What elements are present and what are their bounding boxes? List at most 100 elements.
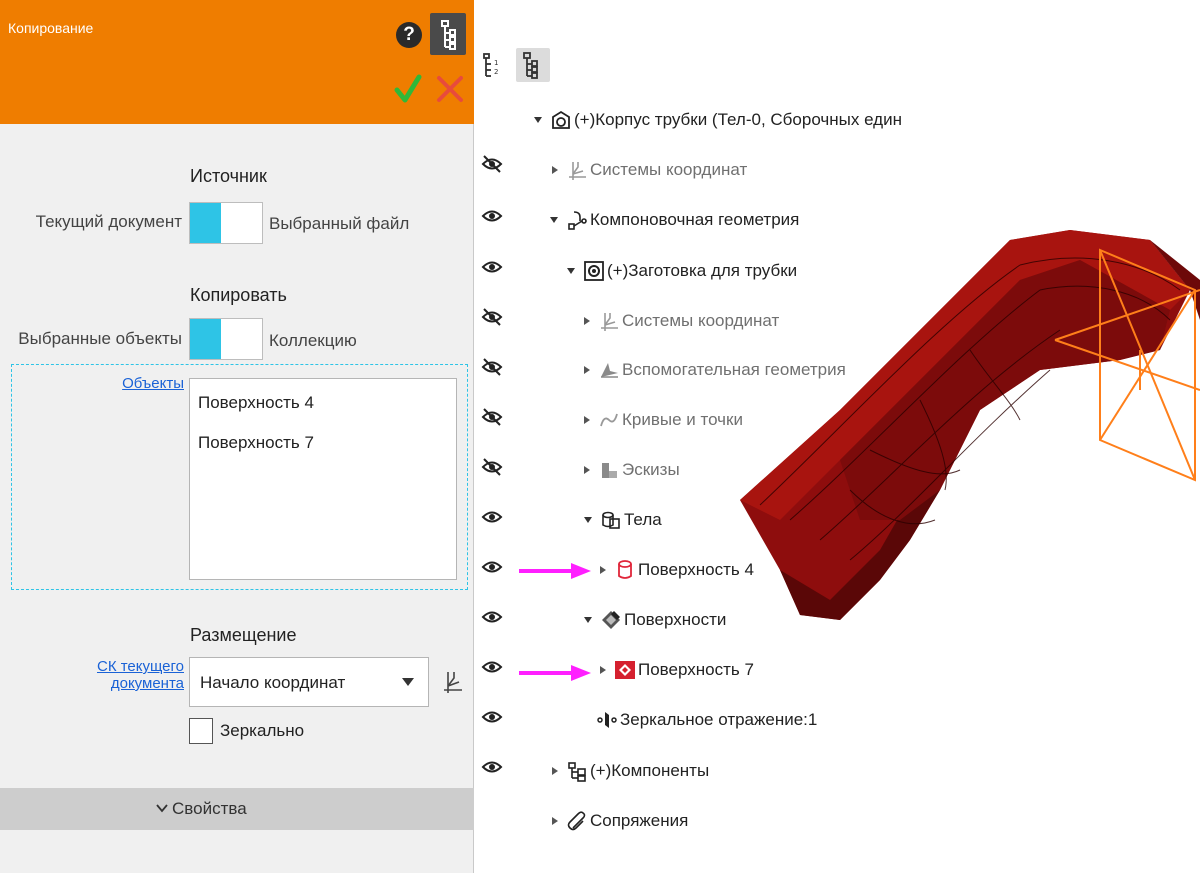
eye-icon[interactable] [481, 706, 503, 728]
tree-structure-icon[interactable]: 1 2 [479, 48, 513, 82]
placement-heading: Размещение [190, 625, 297, 645]
chevron-down-icon[interactable] [534, 117, 542, 123]
tree-node-surfaces[interactable]: Поверхности [584, 606, 726, 634]
highlight-arrow-icon [519, 665, 591, 681]
tree-node-tube-blank[interactable]: (+)Заготовка для трубки [567, 257, 797, 285]
chevron-down-icon[interactable] [584, 617, 592, 623]
chevron-right-icon[interactable] [584, 466, 590, 474]
3d-model-view[interactable] [720, 220, 1200, 660]
tree-node-surface-4[interactable]: Поверхность 4 [600, 556, 754, 584]
tree-view-icon[interactable] [430, 13, 466, 55]
tree-node-label: (+)Корпус трубки (Тел-0, Сборочных един [574, 110, 902, 129]
chevron-right-icon[interactable] [584, 416, 590, 424]
eye-icon[interactable] [481, 506, 503, 528]
chevron-right-icon[interactable] [552, 767, 558, 775]
cs-current-document-link-line1[interactable]: СК текущего [70, 659, 184, 675]
tree-node-curves-points[interactable]: Кривые и точки [584, 406, 743, 434]
paperclip-icon [567, 811, 586, 831]
chevron-right-icon[interactable] [584, 366, 590, 374]
objects-list[interactable]: Поверхность 4 Поверхность 7 [189, 378, 457, 580]
tree-node-coord-systems-2[interactable]: Системы координат [584, 307, 779, 335]
eye-icon[interactable] [481, 256, 503, 278]
auxiliary-geometry-icon [601, 363, 618, 378]
bodies-icon [602, 511, 620, 529]
tree-node-bodies[interactable]: Тела [584, 506, 662, 534]
chevron-down-icon [156, 804, 168, 813]
tree-node-label: (+)Компоненты [590, 761, 710, 780]
eye-crossed-icon[interactable] [481, 406, 503, 428]
tree-node-root[interactable]: (+)Корпус трубки (Тел-0, Сборочных един [534, 106, 902, 134]
tree-node-label: Эскизы [622, 460, 680, 479]
tree-node-label: Системы координат [622, 311, 780, 330]
chevron-down-icon [402, 678, 414, 686]
help-icon[interactable]: ? [396, 22, 422, 48]
list-item[interactable]: Поверхность 4 [198, 393, 314, 413]
copy-heading: Копировать [190, 285, 287, 305]
svg-text:2: 2 [494, 68, 498, 76]
source-toggle-switch[interactable] [189, 202, 263, 244]
eye-crossed-icon[interactable] [481, 356, 503, 378]
chevron-down-icon[interactable] [550, 217, 558, 223]
tree-node-label: Поверхность 4 [638, 560, 754, 579]
tree-node-coord-systems[interactable]: Системы координат [552, 156, 747, 184]
placement-select-value: Начало координат [200, 673, 346, 692]
highlight-arrow-icon [519, 563, 591, 579]
source-heading: Источник [190, 166, 267, 186]
tree-node-mirror[interactable]: Зеркальное отражение:1 [596, 706, 817, 734]
coordinate-system-icon [569, 162, 586, 180]
mirror-checkbox[interactable] [189, 718, 213, 744]
tree-node-layout-geometry[interactable]: Компоновочная геометрия [550, 206, 799, 234]
eye-crossed-icon[interactable] [481, 306, 503, 328]
tree-node-components[interactable]: (+)Компоненты [552, 757, 709, 785]
list-item[interactable]: Поверхность 7 [198, 433, 314, 453]
tree-node-label: Вспомогательная геометрия [622, 360, 846, 379]
cs-current-document-link-line2[interactable]: документа [70, 676, 184, 692]
surface-selected-icon [615, 661, 635, 679]
eye-icon[interactable] [481, 606, 503, 628]
tree-node-aux-geometry[interactable]: Вспомогательная геометрия [584, 356, 846, 384]
mirror-icon [597, 712, 617, 728]
dialog-title: Копирование [8, 20, 94, 36]
tree-node-surface-7[interactable]: Поверхность 7 [600, 656, 754, 684]
eye-icon[interactable] [481, 756, 503, 778]
chevron-down-icon[interactable] [584, 517, 592, 523]
tree-node-label: Системы координат [590, 160, 748, 179]
eye-crossed-icon[interactable] [481, 456, 503, 478]
tree-node-label: Поверхности [624, 610, 727, 629]
body-cylinder-icon [618, 560, 632, 579]
chevron-right-icon[interactable] [552, 817, 558, 825]
eye-crossed-icon[interactable] [481, 153, 503, 175]
tree-node-mates[interactable]: Сопряжения [552, 807, 688, 835]
chevron-right-icon[interactable] [600, 566, 606, 574]
properties-expander[interactable]: Свойства [0, 788, 474, 830]
dialog-header: Копирование ? [0, 0, 474, 124]
tree-node-label: (+)Заготовка для трубки [607, 261, 798, 280]
part-icon [584, 261, 604, 281]
chevron-right-icon[interactable] [584, 317, 590, 325]
curve-icon [600, 413, 618, 427]
copy-selected-objects-label: Выбранные объекты [18, 329, 182, 348]
source-selected-file-label: Выбранный файл [269, 214, 410, 233]
eye-icon[interactable] [481, 556, 503, 578]
tree-node-sketches[interactable]: Эскизы [584, 456, 680, 484]
coordinate-system-icon[interactable] [439, 668, 465, 694]
eye-icon[interactable] [481, 205, 503, 227]
surfaces-icon [602, 611, 620, 629]
chevron-right-icon[interactable] [552, 166, 558, 174]
mirror-label: Зеркально [220, 721, 305, 740]
chevron-down-icon[interactable] [567, 268, 575, 274]
chevron-right-icon[interactable] [600, 666, 606, 674]
svg-text:1: 1 [494, 59, 498, 67]
tree-node-label: Компоновочная геометрия [590, 210, 800, 229]
placement-select[interactable]: Начало координат [189, 657, 429, 707]
cancel-cross-icon[interactable] [435, 74, 465, 104]
eye-icon[interactable] [481, 656, 503, 678]
components-icon [568, 762, 586, 782]
copy-toggle-switch[interactable] [189, 318, 263, 360]
tree-view-icon[interactable] [516, 48, 550, 82]
tree-node-label: Тела [624, 510, 662, 529]
ok-checkmark-icon[interactable] [394, 74, 422, 104]
tree-node-label: Поверхность 7 [638, 660, 754, 679]
tree-node-label: Зеркальное отражение:1 [620, 710, 818, 729]
objects-link[interactable]: Объекты [100, 376, 184, 392]
